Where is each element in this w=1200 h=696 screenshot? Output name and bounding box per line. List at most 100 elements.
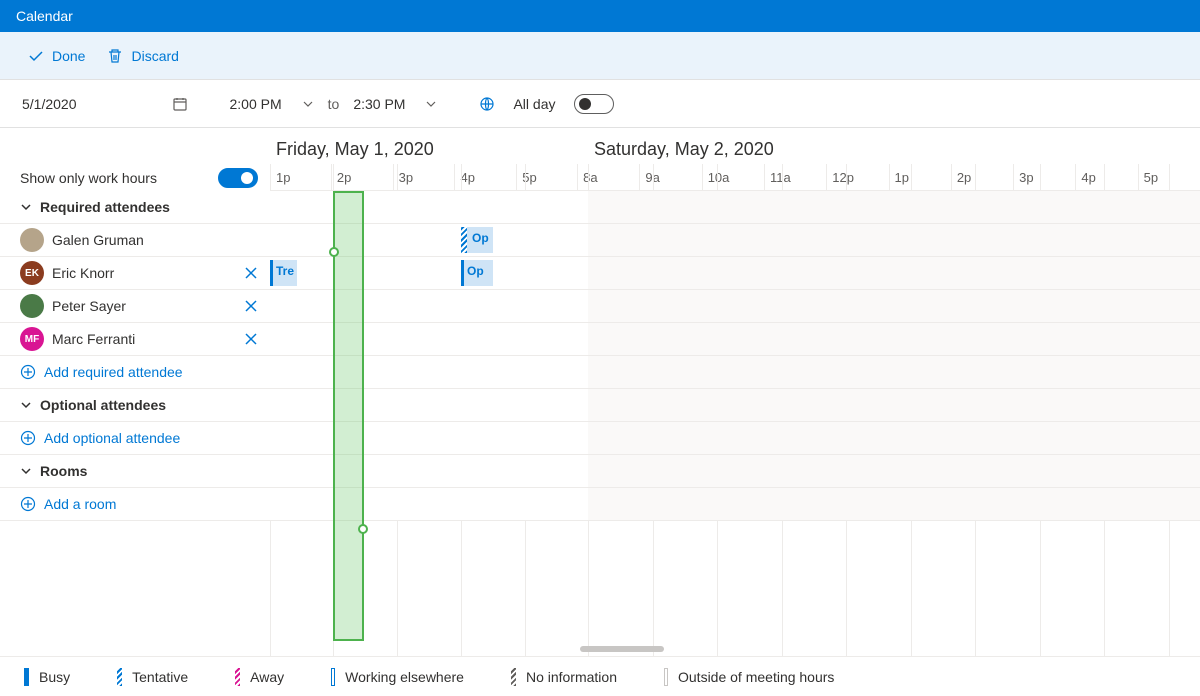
event-label: Op: [472, 231, 489, 245]
done-label: Done: [52, 48, 85, 64]
trash-icon: [107, 48, 123, 64]
avatar: MF: [20, 327, 44, 351]
time-cell: 3p: [393, 164, 455, 190]
allday-toggle[interactable]: [574, 94, 614, 114]
swatch-away: [235, 668, 240, 686]
attendee-name: Eric Knorr: [52, 265, 114, 281]
attendee-name: Galen Gruman: [52, 232, 144, 248]
time-cell: 4p: [454, 164, 516, 190]
chevron-down-icon: [302, 98, 314, 110]
time-cell: 9a: [639, 164, 701, 190]
event-label: Op: [467, 264, 484, 278]
end-time-value: 2:30 PM: [353, 96, 405, 112]
avatar: [20, 228, 44, 252]
grid-row-add: [270, 422, 1200, 455]
legend-outside: Outside of meeting hours: [664, 668, 834, 686]
selection-handle-start[interactable]: [329, 247, 339, 257]
grid-row-attendee: [270, 323, 1200, 356]
event-busy[interactable]: Tre: [270, 260, 297, 286]
allday-label: All day: [513, 96, 555, 112]
event-tentative[interactable]: Op: [461, 227, 493, 253]
end-time-field[interactable]: 2:30 PM: [353, 96, 437, 112]
add-optional-attendee[interactable]: Add optional attendee: [0, 422, 270, 455]
attendee-row[interactable]: Peter Sayer: [0, 290, 270, 323]
date-field[interactable]: 5/1/2020: [22, 96, 188, 112]
grid-row-required: [270, 191, 1200, 224]
availability-grid[interactable]: Friday, May 1, 2020 Saturday, May 2, 202…: [270, 128, 1200, 656]
datetime-bar: 5/1/2020 2:00 PM to 2:30 PM All day: [0, 80, 1200, 128]
add-required-label: Add required attendee: [44, 364, 183, 380]
date-value: 5/1/2020: [22, 96, 77, 112]
to-label: to: [328, 96, 340, 112]
check-icon: [28, 48, 44, 64]
action-bar: Done Discard: [0, 32, 1200, 80]
globe-icon[interactable]: [479, 96, 495, 112]
horizontal-scrollbar[interactable]: [580, 646, 664, 652]
rooms-label: Rooms: [40, 463, 87, 479]
done-button[interactable]: Done: [28, 48, 85, 64]
plus-circle-icon: [20, 496, 36, 512]
grid-body: Op Tre Op: [270, 191, 1200, 521]
time-cell: 5p: [1138, 164, 1200, 190]
discard-label: Discard: [131, 48, 178, 64]
chevron-down-icon: [425, 98, 437, 110]
swatch-outside: [664, 668, 668, 686]
day-header-2: Saturday, May 2, 2020: [588, 128, 1200, 164]
optional-section[interactable]: Optional attendees: [0, 389, 270, 422]
close-icon[interactable]: [244, 332, 258, 346]
required-section[interactable]: Required attendees: [0, 191, 270, 224]
avatar: EK: [20, 261, 44, 285]
attendee-row[interactable]: EK Eric Knorr: [0, 257, 270, 290]
add-optional-label: Add optional attendee: [44, 430, 180, 446]
grid-row-rooms: [270, 455, 1200, 488]
chevron-down-icon: [20, 399, 32, 411]
grid-row-add: [270, 356, 1200, 389]
time-selection[interactable]: [333, 191, 364, 641]
attendee-row[interactable]: Galen Gruman: [0, 224, 270, 257]
close-icon[interactable]: [244, 299, 258, 313]
start-time-field[interactable]: 2:00 PM: [230, 96, 314, 112]
scheduling-main: Show only work hours Required attendees …: [0, 128, 1200, 656]
event-label: Tre: [276, 264, 294, 278]
attendee-name: Marc Ferranti: [52, 331, 135, 347]
calendar-icon: [172, 96, 188, 112]
chevron-down-icon: [20, 201, 32, 213]
legend-bar: Busy Tentative Away Working elsewhere No…: [0, 656, 1200, 696]
time-cell: 12p: [826, 164, 888, 190]
selection-handle-end[interactable]: [358, 524, 368, 534]
close-icon[interactable]: [244, 266, 258, 280]
time-cell: 5p: [516, 164, 577, 190]
work-hours-row: Show only work hours: [0, 164, 270, 191]
swatch-tentative: [117, 668, 122, 686]
work-hours-label: Show only work hours: [20, 170, 157, 186]
grid-row-add: [270, 488, 1200, 521]
add-room[interactable]: Add a room: [0, 488, 270, 521]
legend-noinfo: No information: [511, 668, 617, 686]
window-title-bar: Calendar: [0, 0, 1200, 32]
avatar: [20, 294, 44, 318]
time-cell: 3p: [1013, 164, 1075, 190]
grid-row-attendee: Tre Op: [270, 257, 1200, 290]
plus-circle-icon: [20, 364, 36, 380]
grid-row-attendee: Op: [270, 224, 1200, 257]
work-hours-toggle[interactable]: [218, 168, 258, 188]
attendee-sidebar: Show only work hours Required attendees …: [0, 128, 270, 656]
legend-elsewhere: Working elsewhere: [331, 668, 464, 686]
required-label: Required attendees: [40, 199, 170, 215]
attendee-row[interactable]: MF Marc Ferranti: [0, 323, 270, 356]
plus-circle-icon: [20, 430, 36, 446]
allday-group: All day: [479, 94, 613, 114]
event-busy[interactable]: Op: [461, 260, 493, 286]
attendee-name: Peter Sayer: [52, 298, 126, 314]
time-cell: 10a: [702, 164, 764, 190]
add-required-attendee[interactable]: Add required attendee: [0, 356, 270, 389]
time-cell: 8a: [577, 164, 639, 190]
chevron-down-icon: [20, 465, 32, 477]
grid-row-optional: [270, 389, 1200, 422]
time-cell: 1p: [889, 164, 951, 190]
discard-button[interactable]: Discard: [107, 48, 178, 64]
time-cell: 2p: [331, 164, 393, 190]
rooms-section[interactable]: Rooms: [0, 455, 270, 488]
start-time-value: 2:00 PM: [230, 96, 282, 112]
app-title: Calendar: [16, 8, 73, 24]
